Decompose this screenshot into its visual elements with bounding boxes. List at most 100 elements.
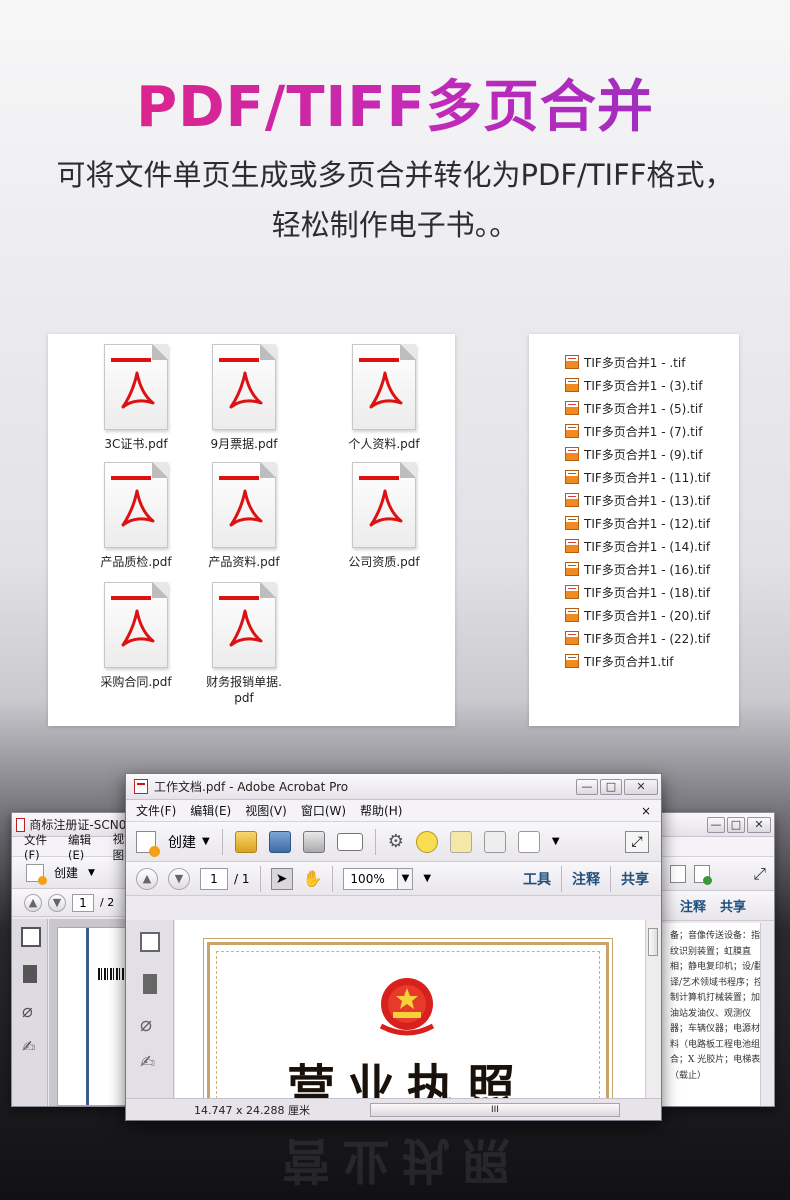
signature-icon[interactable]: ✍ [22,1037,42,1057]
list-item[interactable]: TIF多页合并1 - (9).tif [565,444,702,464]
file-tile[interactable]: 产品资料.pdf [184,462,304,570]
menu-edit[interactable]: 编辑(E) [190,802,231,819]
list-item[interactable]: TIF多页合并1 - (12).tif [565,513,710,533]
zoom-input[interactable]: 100% [343,867,400,890]
title-reflection: 营业执照 [282,1132,523,1188]
list-item[interactable]: TIF多页合并1 - (18).tif [565,582,710,602]
minimize-button[interactable]: — [576,778,598,795]
export-icon[interactable] [670,864,686,883]
list-item[interactable]: TIF多页合并1 - (5).tif [565,398,702,418]
list-item[interactable]: TIF多页合并1 - (16).tif [565,559,710,579]
vertical-scrollbar[interactable] [645,920,661,1098]
list-item[interactable]: TIF多页合并1 - (3).tif [565,375,702,395]
menu-help[interactable]: 帮助(H) [360,802,402,819]
expand-icon[interactable]: ⤢ [625,830,649,853]
close-button[interactable]: ✕ [747,816,771,833]
gear-icon[interactable]: ⚙ [388,831,404,852]
menu-view[interactable]: 视图(V) [245,802,287,819]
file-tile[interactable]: 采购合同.pdf [76,582,196,690]
comment-icon[interactable] [415,830,438,853]
tools-link[interactable]: 工具 [523,869,551,889]
chevron-down-icon[interactable]: ▼ [202,836,210,847]
signature-icon[interactable]: ✍ [140,1052,160,1073]
file-name: 3C证书.pdf [104,437,168,451]
select-cursor-icon[interactable]: ➤ [270,867,293,890]
file-tile[interactable]: 3C证书.pdf [76,344,196,452]
pdf-file-grid: 3C证书.pdf 9月票据.pdf 个人资料.pdf 产品质检.pdf 产品资料… [48,334,455,726]
file-name: 产品资料.pdf [208,555,280,569]
acrobat-main-window[interactable]: 工作文档.pdf - Adobe Acrobat Pro — □ ✕ 文件(F)… [125,773,662,1121]
national-emblem-icon [379,978,435,1036]
list-item[interactable]: TIF多页合并1 - (22).tif [565,628,710,648]
attachment-icon[interactable]: ⌀ [140,1012,160,1036]
page-dimensions: 14.747 x 24.288 厘米 [194,1103,310,1117]
menu-file[interactable]: 文件(F) [136,802,176,819]
acrobat-icon [134,779,148,794]
share-icon[interactable] [694,864,712,885]
menu-window[interactable]: 窗口(W) [301,802,346,819]
print-icon[interactable] [302,830,325,853]
comment-link[interactable]: 注释 [572,869,600,889]
list-item[interactable]: TIF多页合并1 - (7).tif [565,421,702,441]
restore-button[interactable]: □ [727,816,745,833]
file-name: 产品质检.pdf [100,555,172,569]
acrobat-icon [16,817,26,832]
tif-file-icon [565,355,579,369]
redact-icon[interactable] [483,830,506,853]
sign-icon[interactable] [517,830,540,853]
scroll-thumb[interactable] [648,928,658,956]
list-item[interactable]: TIF多页合并1 - .tif [565,352,685,372]
menu-edit[interactable]: 编辑(E) [68,832,105,862]
pdf-file-icon [104,344,168,430]
share-link[interactable]: 共享 [720,896,746,915]
list-item[interactable]: TIF多页合并1 - (14).tif [565,536,710,556]
prev-page-button[interactable]: ▲ [136,867,158,890]
file-tile[interactable]: 个人资料.pdf [324,344,444,452]
share-link[interactable]: 共享 [621,869,649,889]
document-page: 备；音像传送设备：指纹识别装置；虹膜直相；静电复印机；设/翻译/艺术领域书程序；… [656,923,760,1106]
open-folder-icon[interactable] [234,830,257,853]
list-item[interactable]: TIF多页合并1.tif [565,651,674,671]
page-number-input[interactable]: 1 [72,893,94,912]
chevron-down-icon[interactable]: ▼ [552,836,560,847]
file-tile[interactable]: 9月票据.pdf [184,344,304,452]
file-tile[interactable]: 产品质检.pdf [76,462,196,570]
file-tile[interactable]: 公司资质.pdf [324,462,444,570]
save-icon[interactable] [268,830,291,853]
acrobat-window-trademark[interactable]: 商标注册证-SCN00 文件(F) 编辑(E) 视图 创建 ▼ ▲ ▼ 1 / … [11,812,138,1107]
next-page-button[interactable]: ▼ [168,867,190,890]
window-titlebar[interactable]: 工作文档.pdf - Adobe Acrobat Pro — □ ✕ [126,774,661,800]
bookmark-icon[interactable] [23,965,37,983]
zoom-dropdown[interactable]: ▼ [397,867,414,890]
chevron-down-icon[interactable]: ▼ [423,873,431,884]
highlight-icon[interactable] [449,830,472,853]
create-button[interactable]: 创建 [54,864,78,881]
bookmark-icon[interactable] [143,974,157,994]
restore-button[interactable]: □ [600,778,622,795]
acrobat-window-right[interactable]: — □ ✕ ⤢ 注释 共享 备；音像传送设备：指纹识别装置；虹膜直相；静电复印机… [655,812,775,1107]
menu-file[interactable]: 文件(F) [24,832,60,862]
close-button[interactable]: ✕ [624,778,658,795]
next-page-button[interactable]: ▼ [48,893,66,912]
list-item[interactable]: TIF多页合并1 - (20).tif [565,605,710,625]
email-icon[interactable] [336,832,363,851]
pages-icon[interactable] [21,927,41,947]
close-document-icon[interactable]: × [641,804,651,818]
pages-icon[interactable] [140,932,160,952]
file-tile[interactable]: 财务报销单据. pdf [184,582,304,706]
chevron-down-icon[interactable]: ▼ [88,868,95,878]
attachment-icon[interactable]: ⌀ [22,1001,42,1022]
vertical-scrollbar[interactable] [760,923,774,1106]
comment-link[interactable]: 注释 [680,896,706,915]
page-number-input[interactable]: 1 [200,867,228,890]
list-item[interactable]: TIF多页合并1 - (13).tif [565,490,710,510]
minimize-button[interactable]: — [707,816,725,833]
expand-icon[interactable]: ⤢ [753,864,766,884]
list-item[interactable]: TIF多页合并1 - (11).tif [565,467,710,487]
document-text: 备；音像传送设备：指纹识别装置；虹膜直相；静电复印机；设/翻译/艺术领域书程序；… [670,931,760,1081]
create-button[interactable]: 创建 [168,832,196,852]
prev-page-button[interactable]: ▲ [24,893,42,912]
barcode [98,968,124,980]
hand-tool-icon[interactable]: ✋ [303,869,323,888]
horizontal-scrollbar[interactable]: III [369,1102,620,1117]
